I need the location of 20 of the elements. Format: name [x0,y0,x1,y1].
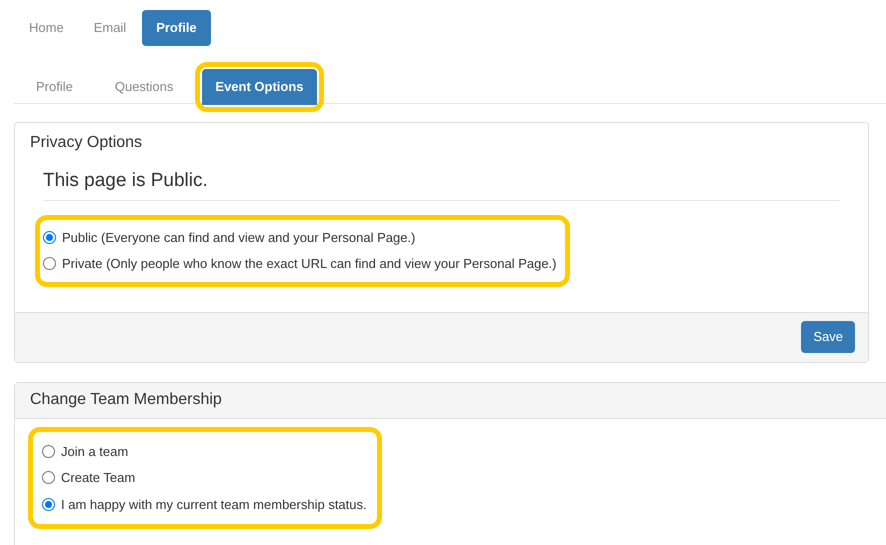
tab[interactable]: Profile [23,69,86,105]
nav-pill[interactable]: Profile [142,10,211,46]
radio-label: Join a team [61,442,128,460]
radio-button[interactable] [42,471,55,484]
radio-button[interactable] [43,230,56,244]
tab[interactable]: Questions [102,69,186,105]
radio-button[interactable] [43,257,56,270]
nav-pill[interactable]: Home [15,10,78,46]
nav-pill[interactable]: Email [80,10,140,46]
save-button[interactable]: Save [801,321,855,353]
radio-button[interactable] [42,444,55,458]
panel-title: Privacy Options [30,134,142,151]
radio-label: I am happy with my current team membership status. [61,496,367,514]
tab[interactable]: Event Options [202,69,317,105]
radio-label: Public (Everyone can find and view and your Personal Page.) [62,228,416,247]
radio-label: Create Team [61,469,136,487]
radio-label: Private (Only people who know the exact URL can find and view your Personal Page.) [62,255,557,273]
panel-title: Change Team Membership [30,390,222,410]
page-status-heading: This page is Public. [43,170,208,191]
radio-button[interactable] [42,498,55,511]
